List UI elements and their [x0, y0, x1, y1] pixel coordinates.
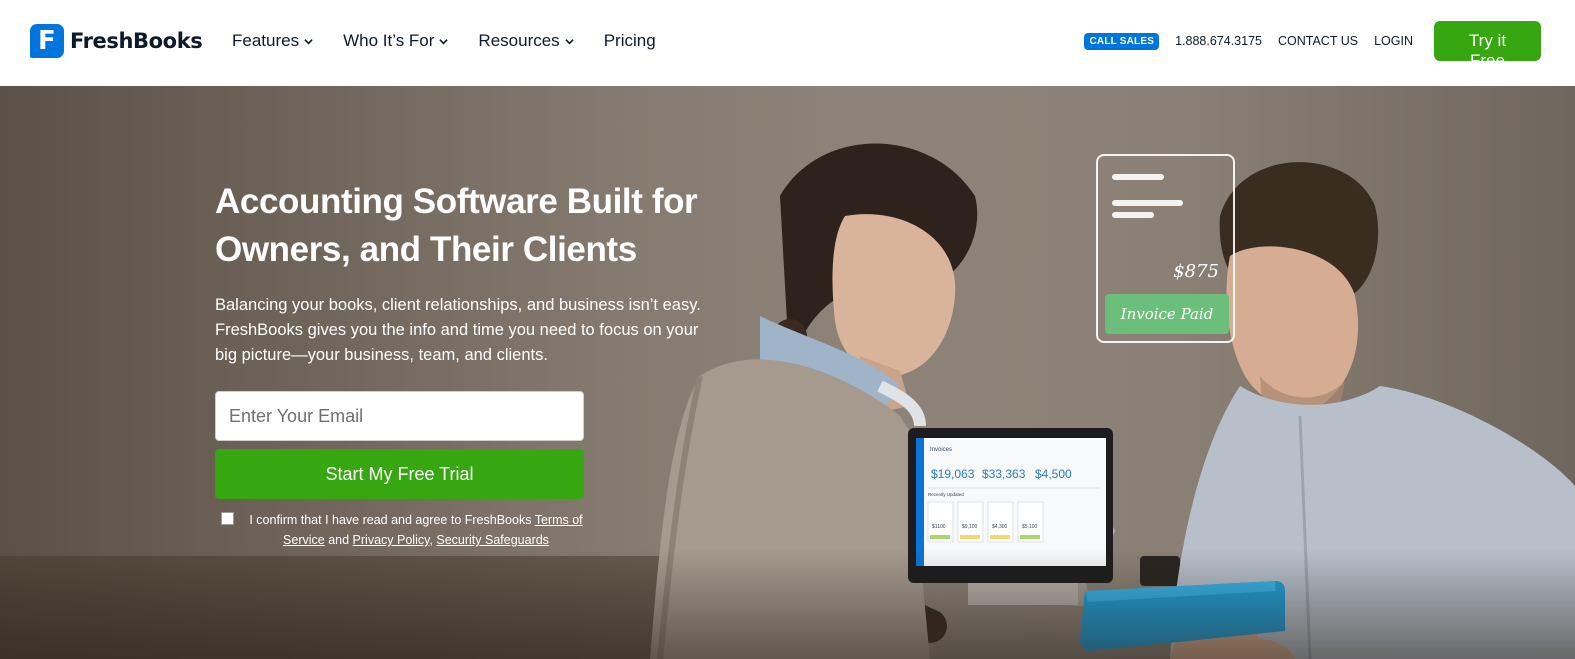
freshbooks-logo-icon: F	[30, 24, 64, 58]
hero-photo: Invoices $19,063 $33,363 $4,500 Recently…	[0, 143, 1575, 659]
site-header: F FreshBooks Features Who It’s For Resou…	[0, 0, 1575, 86]
freshbooks-logo[interactable]: F FreshBooks	[30, 24, 203, 58]
invoice-paid-card: $875 Invoice Paid	[1096, 154, 1235, 343]
login-link[interactable]: LOGIN	[1374, 34, 1413, 48]
hero-subtitle: Balancing your books, client relationshi…	[215, 296, 701, 364]
start-free-trial-button[interactable]: Start My Free Trial	[215, 449, 584, 499]
invoice-line-decoration	[1112, 200, 1183, 206]
laptop-card-amount: $5,100	[1022, 524, 1038, 530]
header-utility-nav: CALL SALES 1.888.674.3175 CONTACT US LOG…	[1084, 21, 1541, 70]
invoice-line-decoration	[1112, 212, 1154, 218]
laptop-card-amount: $9,100	[962, 524, 978, 530]
chevron-down-icon	[439, 38, 449, 44]
laptop-card-amount: $1100	[932, 524, 946, 530]
invoice-line-decoration	[1112, 174, 1164, 180]
laptop-stat: $33,363	[982, 467, 1026, 481]
nav-who-its-for[interactable]: Who It’s For	[343, 31, 449, 51]
contact-us-link[interactable]: CONTACT US	[1278, 34, 1358, 48]
chevron-down-icon	[304, 38, 313, 44]
nav-pricing[interactable]: Pricing	[604, 31, 656, 51]
privacy-policy-link[interactable]: Privacy Policy	[353, 533, 430, 547]
security-safeguards-link[interactable]: Security Safeguards	[436, 533, 549, 547]
laptop-stat: $19,063	[931, 467, 975, 481]
hero-copy: Accounting Software Built for Owners, an…	[215, 178, 715, 368]
nav-resources[interactable]: Resources	[478, 31, 574, 51]
invoice-paid-badge: Invoice Paid	[1105, 294, 1229, 334]
main-nav: Features Who It’s For Resources Pricing	[232, 31, 656, 51]
laptop-screen-title: Invoices	[930, 447, 952, 453]
consent-checkbox[interactable]	[221, 512, 234, 525]
laptop-stat: $4,500	[1035, 467, 1072, 481]
hero-section: Invoices $19,063 $33,363 $4,500 Recently…	[0, 86, 1575, 659]
try-it-free-button[interactable]: Try it Free	[1434, 21, 1541, 70]
call-sales-badge[interactable]: CALL SALES	[1084, 32, 1160, 50]
chevron-down-icon	[565, 38, 574, 44]
laptop-section-title: Recently Updated	[928, 492, 964, 497]
nav-features[interactable]: Features	[232, 31, 313, 51]
email-input[interactable]	[215, 391, 584, 441]
invoice-amount: $875	[1173, 261, 1219, 282]
consent-row: I confirm that I have read and agree to …	[221, 510, 586, 550]
hero-title: Accounting Software Built for Owners, an…	[215, 182, 698, 269]
laptop-card-amount: $4,300	[992, 524, 1008, 530]
consent-text: I confirm that I have read and agree to …	[249, 513, 583, 547]
phone-number-link[interactable]: 1.888.674.3175	[1175, 34, 1262, 48]
brand-name: FreshBooks	[70, 29, 203, 53]
